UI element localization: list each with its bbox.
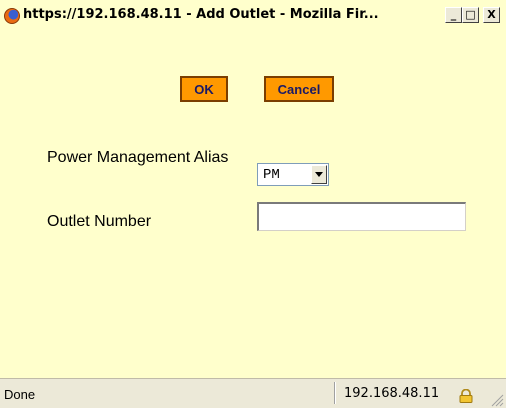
maximize-button[interactable]: □ [462, 7, 479, 23]
firefox-icon [4, 8, 20, 24]
lock-icon[interactable] [458, 389, 474, 403]
status-text: Done [4, 387, 36, 402]
browser-popup-window: https://192.168.48.11 - Add Outlet - Moz… [0, 0, 506, 408]
status-host: 192.168.48.11 [344, 386, 440, 401]
minimize-button[interactable]: _ [445, 7, 462, 23]
outlet-number-input[interactable] [257, 202, 466, 231]
ok-button[interactable]: OK [180, 76, 228, 102]
maximize-icon: □ [465, 8, 476, 21]
power-management-alias-select[interactable]: PM [257, 163, 329, 186]
cancel-button[interactable]: Cancel [264, 76, 334, 102]
outlet-number-label: Outlet Number [47, 213, 152, 230]
close-button[interactable]: X [483, 7, 500, 23]
chevron-down-icon[interactable] [311, 165, 327, 184]
power-management-alias-label: Power Management Alias [47, 149, 229, 166]
close-icon: X [487, 8, 496, 21]
select-value: PM [263, 167, 280, 183]
status-divider [334, 382, 336, 404]
status-bar: Done 192.168.48.11 [0, 378, 506, 408]
resize-grip-icon[interactable] [488, 391, 504, 407]
minimize-icon: _ [450, 8, 457, 21]
window-title: https://192.168.48.11 - Add Outlet - Moz… [23, 7, 379, 22]
title-bar: https://192.168.48.11 - Add Outlet - Moz… [0, 0, 506, 30]
